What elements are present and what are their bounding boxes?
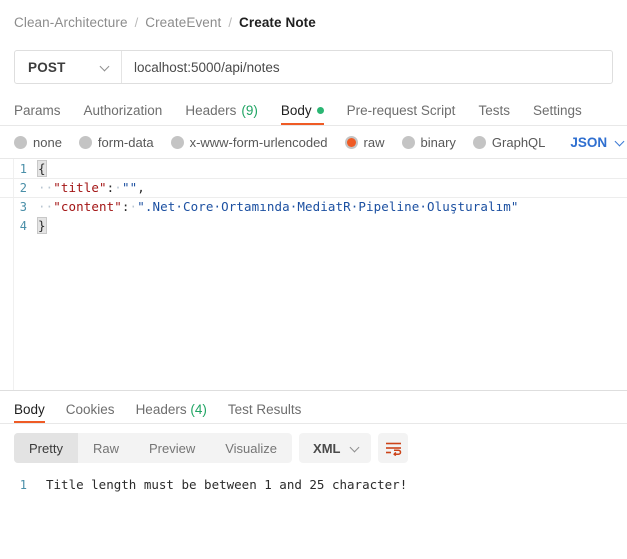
response-line-number: 1	[19, 477, 27, 492]
response-tab-cookies-label: Cookies	[65, 402, 115, 417]
editor-comma: ,	[137, 180, 145, 195]
response-body-viewer[interactable]: 1 Title length must be between 1 and 25 …	[0, 463, 627, 494]
tab-headers[interactable]: Headers (9)	[185, 103, 258, 125]
response-view-mode-group: Pretty Raw Preview Visualize	[14, 433, 293, 463]
body-type-options: none form-data x-www-form-urlencoded raw…	[0, 126, 627, 158]
editor-colon: :	[121, 199, 130, 214]
view-mode-pretty[interactable]: Pretty	[14, 433, 78, 463]
editor-json-value-content: ".Net·Core·Ortamında·MediatR·Pipeline·Ol…	[137, 199, 519, 214]
editor-space-dot: ·	[114, 180, 122, 195]
green-dot-icon	[316, 107, 324, 114]
request-body-editor[interactable]: 1 { 2 ··"title":·"", 3 ··"content":·".Ne…	[0, 158, 627, 390]
view-mode-visualize-label: Visualize	[225, 440, 278, 456]
view-mode-pretty-label: Pretty	[29, 440, 63, 456]
editor-indent-dots: ··	[38, 180, 54, 195]
body-type-graphql-label: GraphQL	[491, 134, 546, 150]
editor-line[interactable]: 2 ··"title":·"",	[0, 178, 627, 197]
tab-params-label: Params	[14, 103, 61, 118]
view-mode-raw[interactable]: Raw	[78, 433, 134, 463]
radio-selected-icon	[344, 135, 358, 149]
wrap-lines-button[interactable]	[378, 433, 409, 463]
editor-json-key-content: "content"	[53, 199, 122, 214]
tab-body[interactable]: Body	[280, 103, 324, 125]
radio-icon	[472, 135, 486, 149]
response-toolbar: Pretty Raw Preview Visualize XML	[0, 424, 627, 463]
tab-headers-label: Headers	[185, 103, 237, 118]
response-tab-test-results[interactable]: Test Results	[228, 402, 302, 423]
body-type-form-data-label: form-data	[97, 134, 154, 150]
http-method-select[interactable]: POST	[15, 51, 122, 83]
tab-headers-count: (9)	[241, 103, 258, 118]
response-tab-cookies[interactable]: Cookies	[66, 402, 115, 423]
body-type-urlencoded-label: x-www-form-urlencoded	[189, 134, 328, 150]
editor-brace-close: }	[37, 217, 47, 234]
response-tab-headers-label: Headers	[135, 402, 187, 417]
editor-line[interactable]: 3 ··"content":·".Net·Core·Ortamında·Medi…	[0, 197, 627, 216]
response-tab-test-results-label: Test Results	[227, 402, 302, 417]
breadcrumb-item-collection[interactable]: Clean-Architecture	[14, 15, 128, 30]
response-body-line: 1 Title length must be between 1 and 25 …	[0, 475, 627, 494]
response-tab-headers-count: (4)	[190, 402, 207, 417]
view-mode-preview[interactable]: Preview	[134, 433, 210, 463]
tab-settings[interactable]: Settings	[533, 103, 582, 125]
editor-line-number: 1	[19, 161, 27, 176]
view-mode-preview-label: Preview	[148, 440, 196, 456]
editor-line[interactable]: 1 {	[0, 159, 627, 178]
response-format-label: XML	[313, 440, 341, 456]
breadcrumb-separator: /	[228, 14, 233, 30]
editor-json-key-title: "title"	[53, 180, 107, 195]
view-mode-raw-label: Raw	[92, 440, 119, 456]
tab-tests-label: Tests	[478, 103, 510, 118]
body-type-form-data[interactable]: form-data	[78, 134, 154, 150]
editor-brace-open: {	[37, 160, 47, 177]
response-tab-body-label: Body	[14, 402, 45, 417]
body-type-raw[interactable]: raw	[344, 134, 385, 150]
radio-icon	[401, 135, 415, 149]
radio-icon	[14, 135, 27, 149]
tab-authorization[interactable]: Authorization	[84, 103, 163, 125]
body-type-raw-label: raw	[363, 134, 385, 150]
http-method-label: POST	[28, 59, 66, 75]
request-url-bar: POST localhost:5000/api/notes	[14, 50, 613, 84]
response-format-select[interactable]: XML	[299, 433, 372, 463]
response-body-text: Title length must be between 1 and 25 ch…	[46, 477, 408, 492]
body-type-binary-label: binary	[420, 134, 456, 150]
response-tab-bar: Body Cookies Headers (4) Test Results	[0, 391, 627, 423]
editor-json-value-title: ""	[121, 180, 138, 195]
body-type-urlencoded[interactable]: x-www-form-urlencoded	[170, 134, 328, 150]
radio-icon	[78, 135, 92, 149]
tab-settings-label: Settings	[532, 103, 582, 118]
breadcrumb-item-folder[interactable]: CreateEvent	[145, 15, 221, 30]
tab-pre-request-script-label: Pre-request Script	[346, 103, 456, 118]
request-tab-bar: Params Authorization Headers (9) Body Pr…	[14, 97, 613, 125]
response-tab-headers[interactable]: Headers (4)	[136, 402, 207, 423]
raw-format-select[interactable]: JSON	[570, 135, 625, 150]
breadcrumb-item-current: Create Note	[239, 14, 316, 30]
wrap-lines-icon	[385, 442, 402, 456]
body-type-graphql[interactable]: GraphQL	[472, 134, 546, 150]
editor-line-number: 2	[19, 180, 27, 195]
editor-line-number: 3	[19, 199, 27, 214]
editor-line-number: 4	[19, 218, 27, 233]
chevron-down-icon	[615, 137, 625, 147]
request-url-input[interactable]: localhost:5000/api/notes	[122, 51, 612, 83]
tab-authorization-label: Authorization	[83, 103, 163, 118]
breadcrumb: Clean-Architecture / CreateEvent / Creat…	[0, 0, 627, 44]
raw-format-label: JSON	[570, 134, 608, 150]
chevron-down-icon	[350, 443, 360, 453]
editor-line[interactable]: 4 }	[0, 216, 627, 235]
tab-tests[interactable]: Tests	[478, 103, 510, 125]
body-type-none-label: none	[33, 134, 62, 150]
body-type-none[interactable]: none	[14, 135, 62, 150]
tab-body-label: Body	[280, 103, 312, 118]
body-type-binary[interactable]: binary	[401, 134, 456, 150]
tab-pre-request-script[interactable]: Pre-request Script	[347, 103, 456, 125]
radio-icon	[170, 135, 184, 149]
breadcrumb-separator: /	[134, 14, 139, 30]
response-tab-body[interactable]: Body	[14, 402, 45, 423]
tab-params[interactable]: Params	[14, 103, 61, 125]
chevron-down-icon	[100, 62, 110, 72]
editor-indent-dots: ··	[38, 199, 54, 214]
view-mode-visualize[interactable]: Visualize	[210, 433, 292, 463]
